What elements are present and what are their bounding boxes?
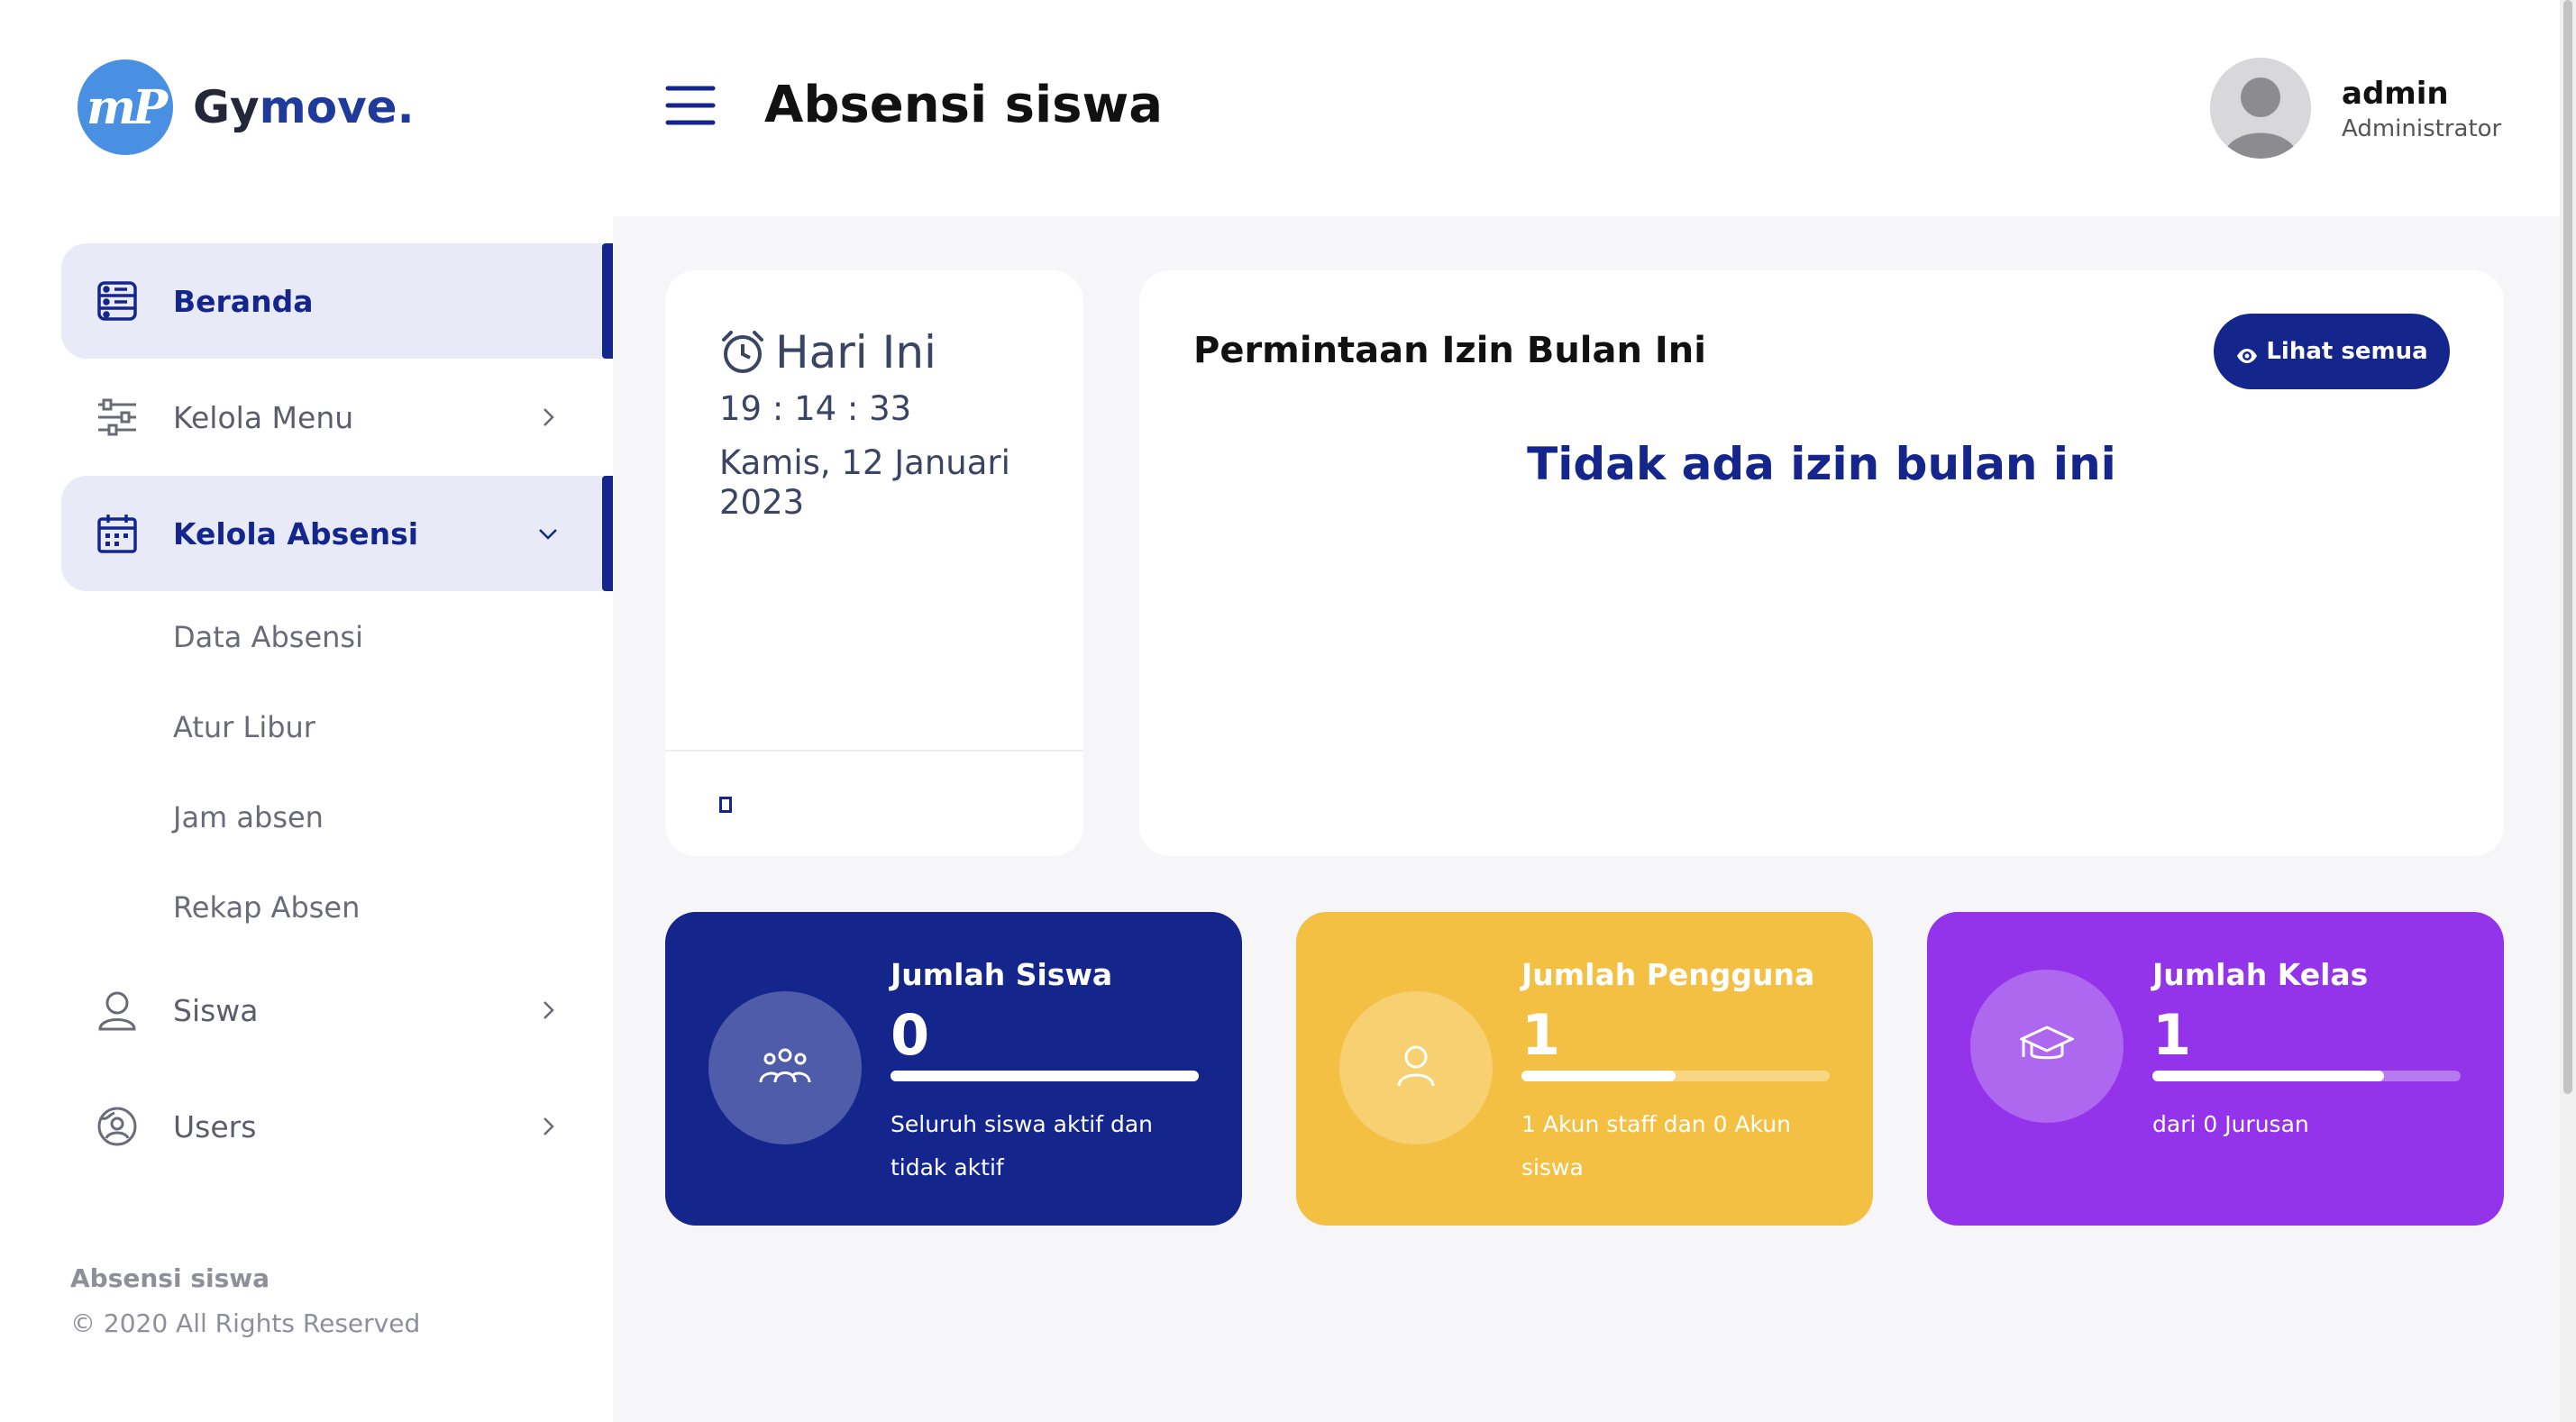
stat-label: Jumlah Kelas <box>2152 957 2369 992</box>
lihat-semua-button[interactable]: Lihat semua <box>2214 314 2450 389</box>
stat-value: 1 <box>1521 1002 1561 1068</box>
top-header: Absensi siswa admin Administrator <box>613 0 2560 216</box>
sidebar-nav: Beranda Kelola Menu Kelola Absensi Data … <box>61 243 613 1185</box>
submenu-item-rekap-absen[interactable]: Rekap Absen <box>173 862 613 953</box>
footer-copyright: © 2020 All Rights Reserved <box>70 1308 421 1338</box>
sidebar-item-label: Kelola Absensi <box>173 515 419 551</box>
stat-progress-fill <box>1521 1071 1676 1081</box>
stat-card-jumlah-kelas[interactable]: Jumlah Kelas 1 dari 0 Jurusan <box>1927 912 2504 1226</box>
divider <box>665 750 1083 752</box>
page-title: Absensi siswa <box>764 76 1164 134</box>
today-card: Hari Ini 19 : 14 : 33 Kamis, 12 Januari … <box>665 270 1083 856</box>
brand-name-suffix: move. <box>259 81 415 133</box>
stat-progress-fill <box>891 1071 1199 1081</box>
today-title: Hari Ini <box>719 326 936 378</box>
stat-value: 0 <box>891 1002 930 1068</box>
sidebar-item-kelola-menu[interactable]: Kelola Menu <box>61 360 613 475</box>
eye-icon <box>2235 343 2259 363</box>
stat-icon-circle <box>1970 970 2124 1123</box>
stat-description: 1 Akun staff dan 0 Akun siswa <box>1521 1111 1791 1180</box>
stat-progress-bar <box>891 1071 1199 1081</box>
izin-empty-message: Tidak ada izin bulan ini <box>1527 438 2116 490</box>
scrollbar-thumb[interactable] <box>2563 0 2572 1094</box>
sidebar-item-label: Kelola Menu <box>173 399 354 435</box>
brand-name: Gymove. <box>193 81 415 133</box>
sidebar-item-kelola-absensi[interactable]: Kelola Absensi <box>61 476 613 591</box>
lihat-semua-label: Lihat semua <box>2266 338 2428 365</box>
stat-icon-circle <box>1339 991 1493 1144</box>
stat-label: Jumlah Pengguna <box>1521 957 1815 992</box>
page-scrollbar[interactable] <box>2560 0 2576 1422</box>
brand-name-prefix: Gy <box>193 81 260 133</box>
sidebar: mP Gymove. Beranda Kelola Menu Kelola Ab… <box>0 0 613 1422</box>
sliders-icon <box>96 396 139 439</box>
globe-user-icon <box>96 1105 139 1148</box>
stat-card-jumlah-siswa[interactable]: Jumlah Siswa 0 Seluruh siswa aktif dan t… <box>665 912 1242 1226</box>
alarm-clock-icon <box>719 329 766 376</box>
submenu-item-data-absensi[interactable]: Data Absensi <box>173 592 613 682</box>
chevron-right-icon <box>526 1105 570 1148</box>
user-icon <box>96 989 139 1032</box>
brand[interactable]: mP Gymove. <box>78 59 415 155</box>
sidebar-item-label: Siswa <box>173 992 259 1028</box>
stat-description: dari 0 Jurusan <box>2152 1111 2309 1137</box>
chevron-right-icon <box>526 989 570 1032</box>
hamburger-menu-icon[interactable] <box>665 85 716 126</box>
chevron-down-icon <box>526 512 570 555</box>
stat-progress-bar <box>1521 1071 1830 1081</box>
user-role: Administrator <box>2342 115 2502 142</box>
person-icon <box>1396 1044 1436 1091</box>
placeholder-icon <box>719 797 732 813</box>
today-title-text: Hari Ini <box>775 326 936 378</box>
calendar-icon <box>96 512 139 555</box>
chevron-right-icon <box>526 396 570 439</box>
avatar[interactable] <box>2210 58 2311 159</box>
stat-description: Seluruh siswa aktif dan tidak aktif <box>891 1111 1153 1180</box>
stat-icon-circle <box>708 991 862 1144</box>
stat-progress-bar <box>2152 1071 2461 1081</box>
brand-logo: mP <box>78 59 173 155</box>
stat-card-jumlah-pengguna[interactable]: Jumlah Pengguna 1 1 Akun staff dan 0 Aku… <box>1296 912 1873 1226</box>
izin-title: Permintaan Izin Bulan Ini <box>1193 330 1706 371</box>
sidebar-item-label: Beranda <box>173 283 314 319</box>
submenu-kelola-absensi: Data Absensi Atur Libur Jam absen Rekap … <box>61 592 613 953</box>
dashboard-icon <box>96 279 139 323</box>
sidebar-item-beranda[interactable]: Beranda <box>61 243 613 359</box>
sidebar-item-label: Users <box>173 1108 257 1144</box>
user-name[interactable]: admin <box>2342 76 2449 112</box>
today-date: Kamis, 12 Januari 2023 <box>719 443 1010 522</box>
submenu-item-jam-absen[interactable]: Jam absen <box>173 772 613 862</box>
stat-progress-fill <box>2152 1071 2384 1081</box>
stat-value: 1 <box>2152 1002 2192 1068</box>
today-time: 19 : 14 : 33 <box>719 389 912 428</box>
izin-card: Permintaan Izin Bulan Ini Lihat semua Ti… <box>1139 270 2504 856</box>
footer-title: Absensi siswa <box>70 1263 270 1293</box>
stat-label: Jumlah Siswa <box>891 957 1113 992</box>
sidebar-item-siswa[interactable]: Siswa <box>61 953 613 1068</box>
graduation-cap-icon <box>2018 1025 2076 1068</box>
group-icon <box>759 1046 811 1089</box>
submenu-item-atur-libur[interactable]: Atur Libur <box>173 682 613 772</box>
sidebar-item-users[interactable]: Users <box>61 1069 613 1184</box>
